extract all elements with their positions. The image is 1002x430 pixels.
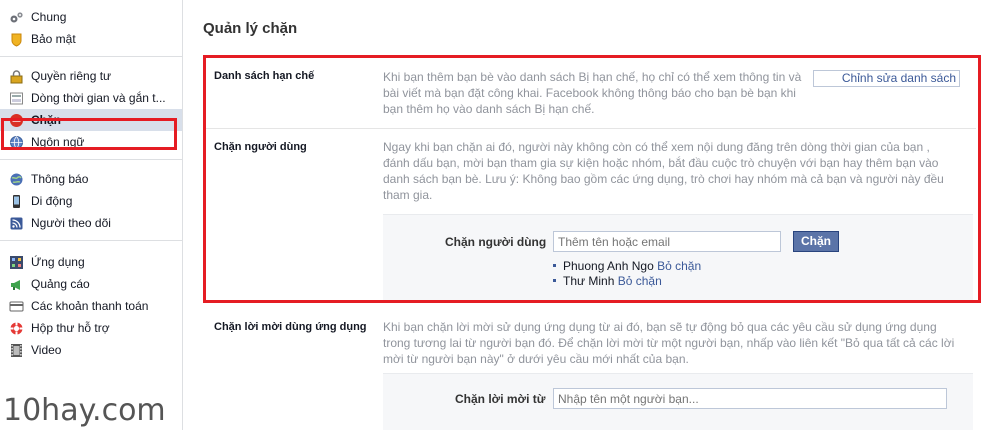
- sidebar-item-label: Các khoản thanh toán: [31, 299, 149, 313]
- blocked-users-list: Phuong Anh Ngo Bỏ chặn Thư Minh Bỏ chặn: [553, 258, 701, 288]
- ads-icon: [9, 277, 24, 292]
- row-description: Ngay khi bạn chặn ai đó, người này không…: [383, 140, 944, 202]
- sidebar-item-label: Ngôn ngữ: [31, 135, 85, 149]
- globe-notify-icon: [9, 172, 24, 187]
- row-label: Danh sách hạn chế: [214, 70, 315, 82]
- sidebar-item-label: Quyền riêng tư: [31, 69, 112, 83]
- sidebar-item-privacy[interactable]: Quyền riêng tư: [0, 65, 182, 87]
- nav-group-privacy: Quyền riêng tư Dòng thời gian và gắn t..…: [0, 57, 182, 160]
- sidebar-item-label: Di động: [31, 194, 73, 208]
- block-invites-input-label: Chặn lời mời từ: [455, 392, 546, 406]
- lifebuoy-icon: [9, 321, 24, 336]
- main-content: Quản lý chặn Danh sách hạn chế Khi bạn t…: [184, 0, 1002, 430]
- list-item: Phuong Anh Ngo Bỏ chặn: [553, 258, 701, 273]
- sidebar-item-payments[interactable]: Các khoản thanh toán: [0, 295, 182, 317]
- sidebar-item-apps[interactable]: Ứng dụng: [0, 251, 182, 273]
- sidebar-item-label: Chung: [31, 10, 67, 24]
- sidebar-item-label: Dòng thời gian và gắn t...: [31, 91, 166, 105]
- row-description: Khi bạn chặn lời mời sử dụng ứng dụng từ…: [383, 320, 955, 366]
- gears-icon: [9, 10, 24, 25]
- sidebar-item-followers[interactable]: Người theo dõi: [0, 212, 182, 234]
- list-item: Thư Minh Bỏ chặn: [553, 273, 701, 288]
- sidebar-item-ads[interactable]: Quảng cáo: [0, 273, 182, 295]
- lock-icon: [9, 69, 24, 84]
- restricted-list-row: Danh sách hạn chế Khi bạn thêm bạn bè và…: [203, 56, 976, 128]
- block-invites-panel: Chặn lời mời từ: [383, 373, 973, 430]
- sidebar-item-support-inbox[interactable]: Hộp thư hỗ trợ: [0, 317, 182, 339]
- nav-group-apps: Ứng dụng Quảng cáo Các khoản thanh toán …: [0, 241, 182, 367]
- mobile-icon: [9, 194, 24, 209]
- row-label: Chặn người dùng: [214, 141, 307, 153]
- block-user-input[interactable]: [553, 231, 781, 252]
- sidebar-item-label: Quảng cáo: [31, 277, 90, 291]
- sidebar-item-general[interactable]: Chung: [0, 6, 182, 28]
- sidebar-item-video[interactable]: Video: [0, 339, 182, 361]
- blocked-user-name: Phuong Anh Ngo: [563, 258, 654, 273]
- sidebar-item-label: Người theo dõi: [31, 216, 111, 230]
- row-description: Khi bạn thêm bạn bè vào danh sách Bị hạn…: [383, 70, 802, 116]
- block-invites-input[interactable]: [553, 388, 947, 409]
- nav-group-general: Chung Bảo mật: [0, 0, 182, 57]
- sidebar-item-timeline[interactable]: Dòng thời gian và gắn t...: [0, 87, 182, 109]
- block-icon: [9, 113, 24, 128]
- badge-icon: [9, 32, 24, 47]
- rss-icon: [9, 216, 24, 231]
- sidebar-item-notifications[interactable]: Thông báo: [0, 168, 182, 190]
- sidebar-item-label: Video: [31, 343, 62, 357]
- film-icon: [9, 343, 24, 358]
- blocked-user-name: Thư Minh: [563, 273, 615, 288]
- block-users-row: Chặn người dùng Ngay khi bạn chặn ai đó,…: [203, 128, 976, 302]
- unblock-link[interactable]: Bỏ chặn: [657, 259, 701, 273]
- edit-list-button[interactable]: Chỉnh sửa danh sách: [813, 70, 960, 87]
- row-label: Chặn lời mời dùng ứng dụng: [214, 321, 367, 333]
- sidebar-item-label: Ứng dụng: [31, 255, 85, 269]
- unblock-link[interactable]: Bỏ chặn: [618, 274, 662, 288]
- sidebar-item-mobile[interactable]: Di động: [0, 190, 182, 212]
- globe-icon: [9, 135, 24, 150]
- sidebar-item-security[interactable]: Bảo mật: [0, 28, 182, 50]
- block-app-invites-row: Chặn lời mời dùng ứng dụng Khi bạn chặn …: [203, 302, 976, 430]
- sidebar-item-label: Thông báo: [31, 172, 89, 186]
- sidebar-item-language[interactable]: Ngôn ngữ: [0, 131, 182, 153]
- card-icon: [9, 299, 24, 314]
- watermark-text: 10hay.com: [3, 393, 166, 428]
- settings-sidebar: Chung Bảo mật Quyền riêng tư Dòng thời g…: [0, 0, 183, 430]
- block-button[interactable]: Chặn: [793, 231, 839, 252]
- sidebar-item-label: Hộp thư hỗ trợ: [31, 321, 110, 335]
- sidebar-item-label: Chặn: [31, 113, 61, 127]
- apps-icon: [9, 255, 24, 270]
- nav-group-notifications: Thông báo Di động Người theo dõi: [0, 160, 182, 241]
- sidebar-item-blocking[interactable]: Chặn: [0, 109, 182, 131]
- page-title: Quản lý chặn: [203, 20, 298, 37]
- block-users-input-label: Chặn người dùng: [445, 235, 547, 249]
- timeline-icon: [9, 91, 24, 106]
- sidebar-item-label: Bảo mật: [31, 32, 76, 46]
- settings-table: Danh sách hạn chế Khi bạn thêm bạn bè và…: [203, 56, 976, 430]
- block-users-panel: Chặn người dùng Chặn Phuong Anh Ngo Bỏ c…: [383, 214, 973, 302]
